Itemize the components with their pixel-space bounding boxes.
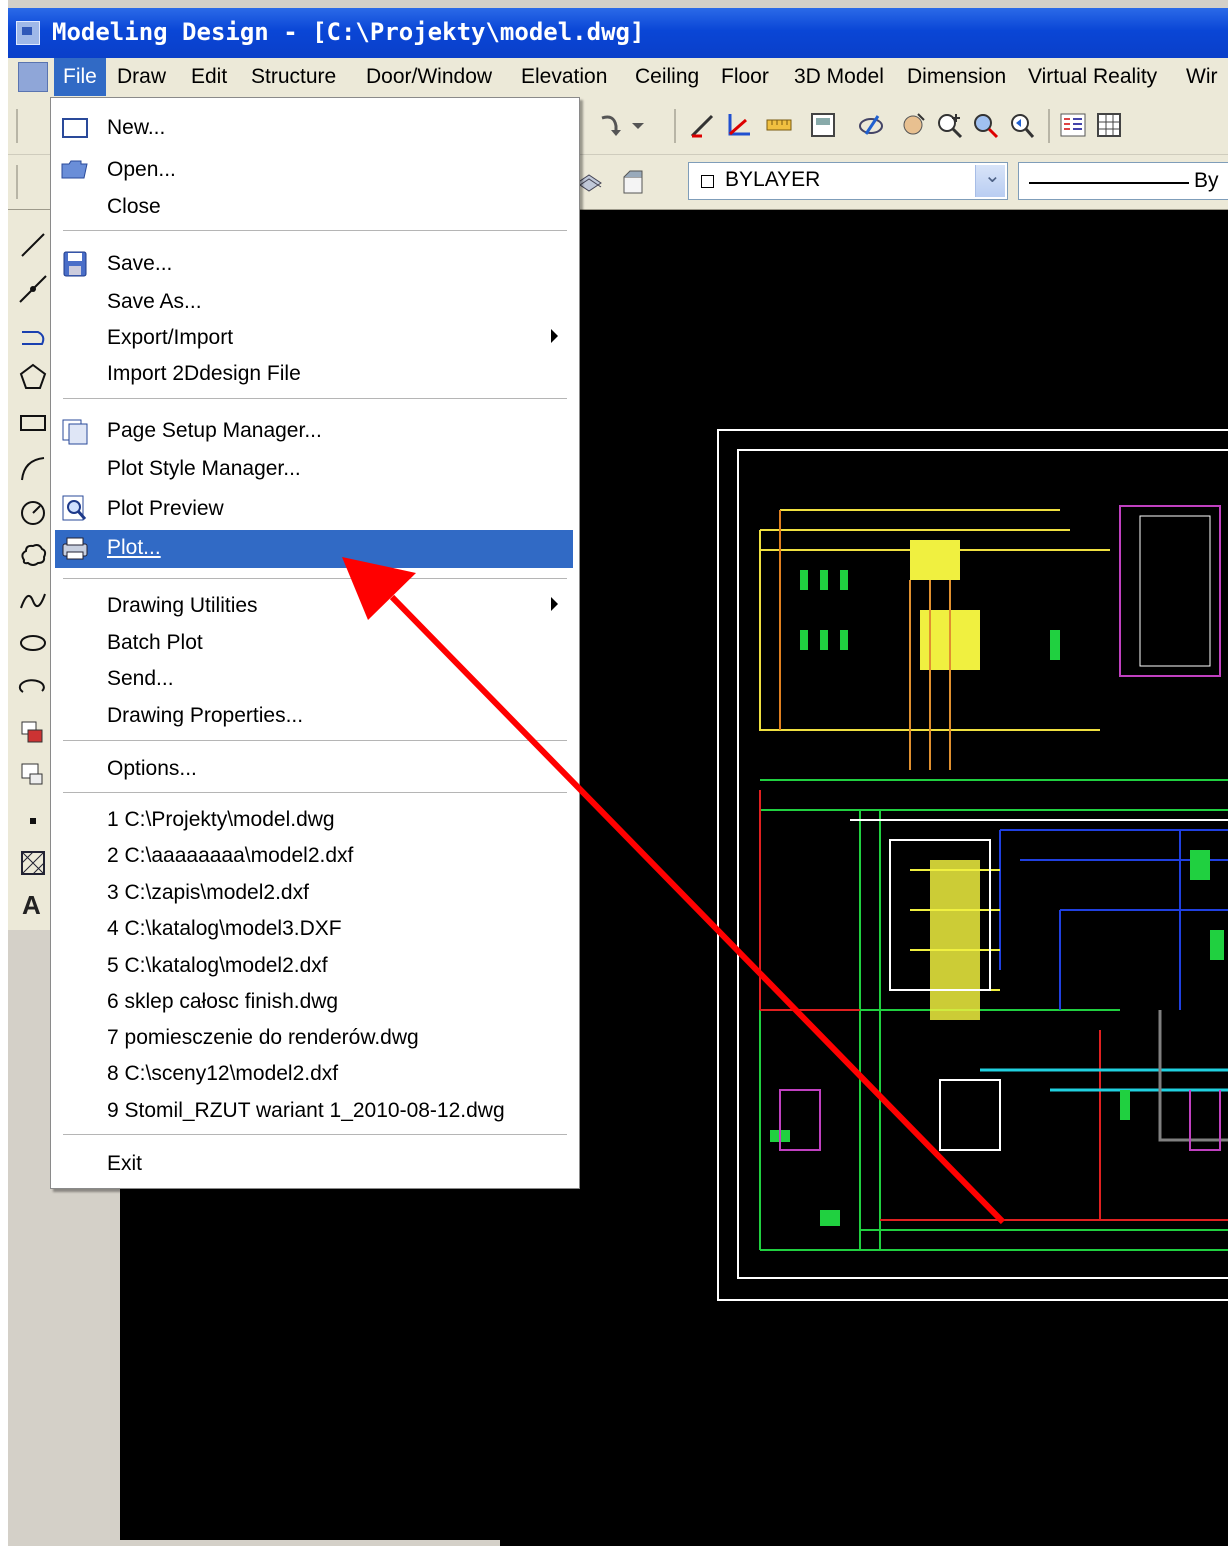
arrow-shaft [389, 594, 1006, 1225]
annotation-arrow [342, 557, 1006, 1225]
